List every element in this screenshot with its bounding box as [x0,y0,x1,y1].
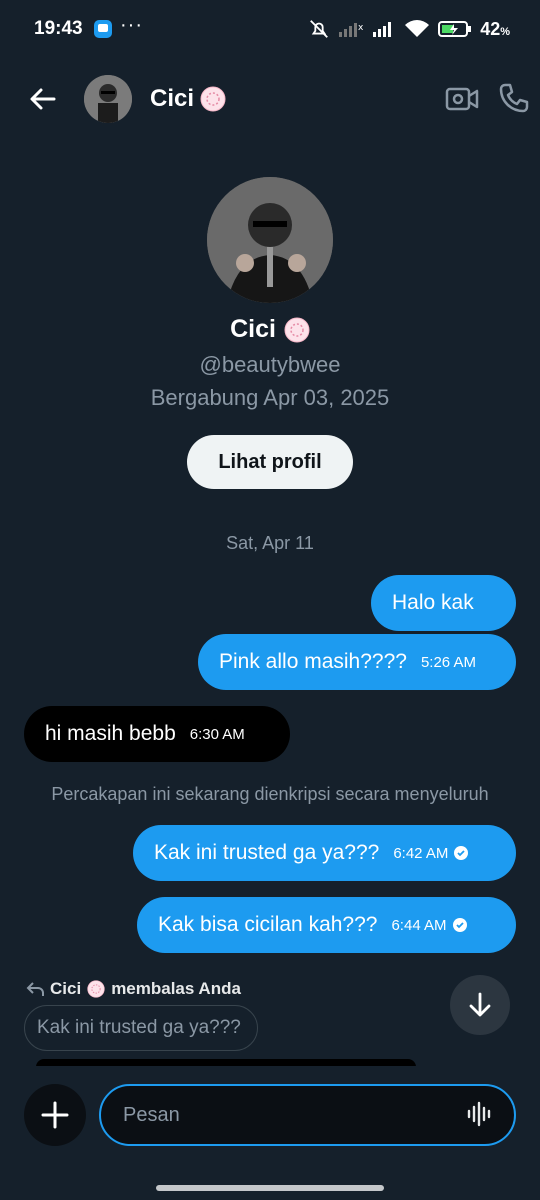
encryption-notice: Percakapan ini sekarang dienkripsi secar… [51,784,489,804]
status-time: 19:43 [34,18,83,39]
reply-header: Cici membalas Anda [26,979,241,999]
scroll-to-bottom-button[interactable] [450,975,510,1035]
chat-app-icon [94,20,112,38]
message-bubble-outgoing[interactable]: Halo kak [371,575,516,631]
battery-icon [438,21,472,37]
home-indicator[interactable] [156,1185,384,1191]
signal-icon [373,22,392,37]
profile-name-text: Cici [230,315,276,343]
view-profile-button[interactable]: Lihat profil [187,435,353,489]
wifi-icon [405,20,430,37]
message-bubble-outgoing[interactable]: Kak bisa cicilan kah??? 6:44 AM [137,897,516,953]
svg-text:x: x [358,23,364,33]
profile-avatar[interactable] [207,177,333,303]
status-right: x 42% [308,18,510,40]
profile-joined-date: Bergabung Apr 03, 2025 [150,385,390,410]
message-bubble-outgoing[interactable]: Pink allo masih???? 5:26 AM [198,634,516,690]
signal-icon: x [339,23,364,37]
plus-icon [41,1101,69,1129]
back-button[interactable] [28,84,58,114]
profile-handle: @beautybwee [199,352,341,377]
message-text: Halo kak [392,591,474,614]
voice-message-button[interactable] [466,1099,494,1129]
verified-badge-icon [200,86,226,112]
status-bar: 19:43 ··· x 42% [0,0,540,60]
read-check-icon [452,918,467,932]
message-text: Kak ini trusted ga ya??? [154,841,380,864]
verified-badge-icon [284,317,310,342]
phone-icon [499,83,529,113]
message-time: 6:30 AM [189,725,245,743]
date-separator: Sat, Apr 11 [226,533,314,553]
read-check-icon [454,846,469,860]
add-attachment-button[interactable] [24,1084,86,1146]
message-input-placeholder: Pesan [123,1103,180,1126]
message-bubble-incoming[interactable]: hi masih bebb 6:30 AM [24,706,290,762]
mute-icon [310,20,329,38]
message-text: Pink allo masih???? [219,650,407,673]
arrow-down-icon [469,992,491,1017]
message-text: Kak bisa cicilan kah??? [158,913,378,936]
header-avatar[interactable] [84,75,132,123]
message-bubble-outgoing[interactable]: Kak ini trusted ga ya??? 6:42 AM [133,825,516,881]
reply-action: membalas Anda [111,979,241,998]
waveform-icon [467,1101,491,1127]
message-time: 5:26 AM [420,653,476,671]
phone-call-button[interactable] [498,82,530,114]
profile-name: Cici [0,315,540,344]
reply-quoted-message[interactable]: Kak ini trusted ga ya??? [24,1005,258,1051]
reply-author: Cici [50,979,82,998]
contact-name: Cici [150,85,195,112]
message-input[interactable]: Pesan [99,1084,516,1146]
message-text: hi masih bebb [45,722,176,745]
header-title[interactable]: Cici [150,85,226,113]
back-arrow-icon [30,88,56,110]
video-call-button[interactable] [445,84,479,114]
more-dots-icon: ··· [120,14,143,36]
message-time: 6:42 AM [393,844,449,862]
reply-arrow-icon [26,982,44,996]
video-call-icon [445,87,479,111]
battery-level: 42% [480,18,510,39]
verified-badge-icon [87,980,105,998]
message-time: 6:44 AM [391,916,447,934]
